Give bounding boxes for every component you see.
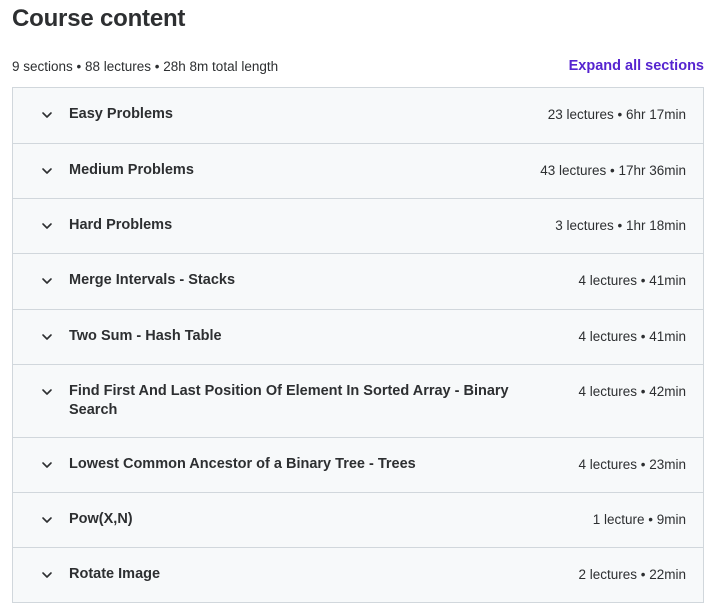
section-header[interactable]: Lowest Common Ancestor of a Binary Tree … xyxy=(13,438,703,493)
section-header[interactable]: Medium Problems 43 lectures • 17hr 36min xyxy=(13,144,703,199)
section-title: Hard Problems xyxy=(69,217,173,233)
section-header[interactable]: Two Sum - Hash Table 4 lectures • 41min xyxy=(13,310,703,365)
section-meta: 4 lectures • 41min xyxy=(578,273,686,288)
section-meta: 1 lecture • 9min xyxy=(592,512,686,527)
section-header[interactable]: Pow(X,N) 1 lecture • 9min xyxy=(13,493,703,548)
chevron-down-icon xyxy=(40,108,54,122)
section-meta: 2 lectures • 22min xyxy=(578,567,686,582)
page-title: Course content xyxy=(12,5,186,32)
section-list: Easy Problems 23 lectures • 6hr 17min Me… xyxy=(12,87,704,603)
chevron-down-icon xyxy=(40,568,54,582)
course-summary-row: 9 sections • 88 lectures • 28h 8m total … xyxy=(12,57,705,79)
section-meta: 4 lectures • 41min xyxy=(578,329,686,344)
section-title: Rotate Image xyxy=(69,566,161,582)
course-summary: 9 sections • 88 lectures • 28h 8m total … xyxy=(12,59,279,74)
section-title: Pow(X,N) xyxy=(69,511,133,527)
section-meta: 43 lectures • 17hr 36min xyxy=(540,163,686,178)
section-meta: 4 lectures • 23min xyxy=(578,457,686,472)
section-title: Two Sum - Hash Table xyxy=(69,328,222,344)
section-title: Find First And Last Position Of Element … xyxy=(69,383,509,418)
chevron-down-icon xyxy=(40,219,54,233)
section-header[interactable]: Rotate Image 2 lectures • 22min xyxy=(13,548,703,603)
chevron-down-icon xyxy=(40,513,54,527)
chevron-down-icon xyxy=(40,385,54,399)
section-title: Easy Problems xyxy=(69,106,173,122)
section-meta: 23 lectures • 6hr 17min xyxy=(547,107,686,122)
section-meta: 3 lectures • 1hr 18min xyxy=(555,218,686,233)
section-header[interactable]: Merge Intervals - Stacks 4 lectures • 41… xyxy=(13,254,703,310)
chevron-down-icon xyxy=(40,330,54,344)
section-title: Medium Problems xyxy=(69,162,194,178)
section-header[interactable]: Find First And Last Position Of Element … xyxy=(13,365,703,438)
section-title: Merge Intervals - Stacks xyxy=(69,272,236,288)
section-header[interactable]: Easy Problems 23 lectures • 6hr 17min xyxy=(13,88,703,144)
section-title: Lowest Common Ancestor of a Binary Tree … xyxy=(69,456,416,472)
section-header[interactable]: Hard Problems 3 lectures • 1hr 18min xyxy=(13,199,703,254)
section-meta: 4 lectures • 42min xyxy=(578,384,686,399)
chevron-down-icon xyxy=(40,458,54,472)
expand-all-sections-button[interactable]: Expand all sections xyxy=(569,58,704,74)
chevron-down-icon xyxy=(40,164,54,178)
chevron-down-icon xyxy=(40,274,54,288)
